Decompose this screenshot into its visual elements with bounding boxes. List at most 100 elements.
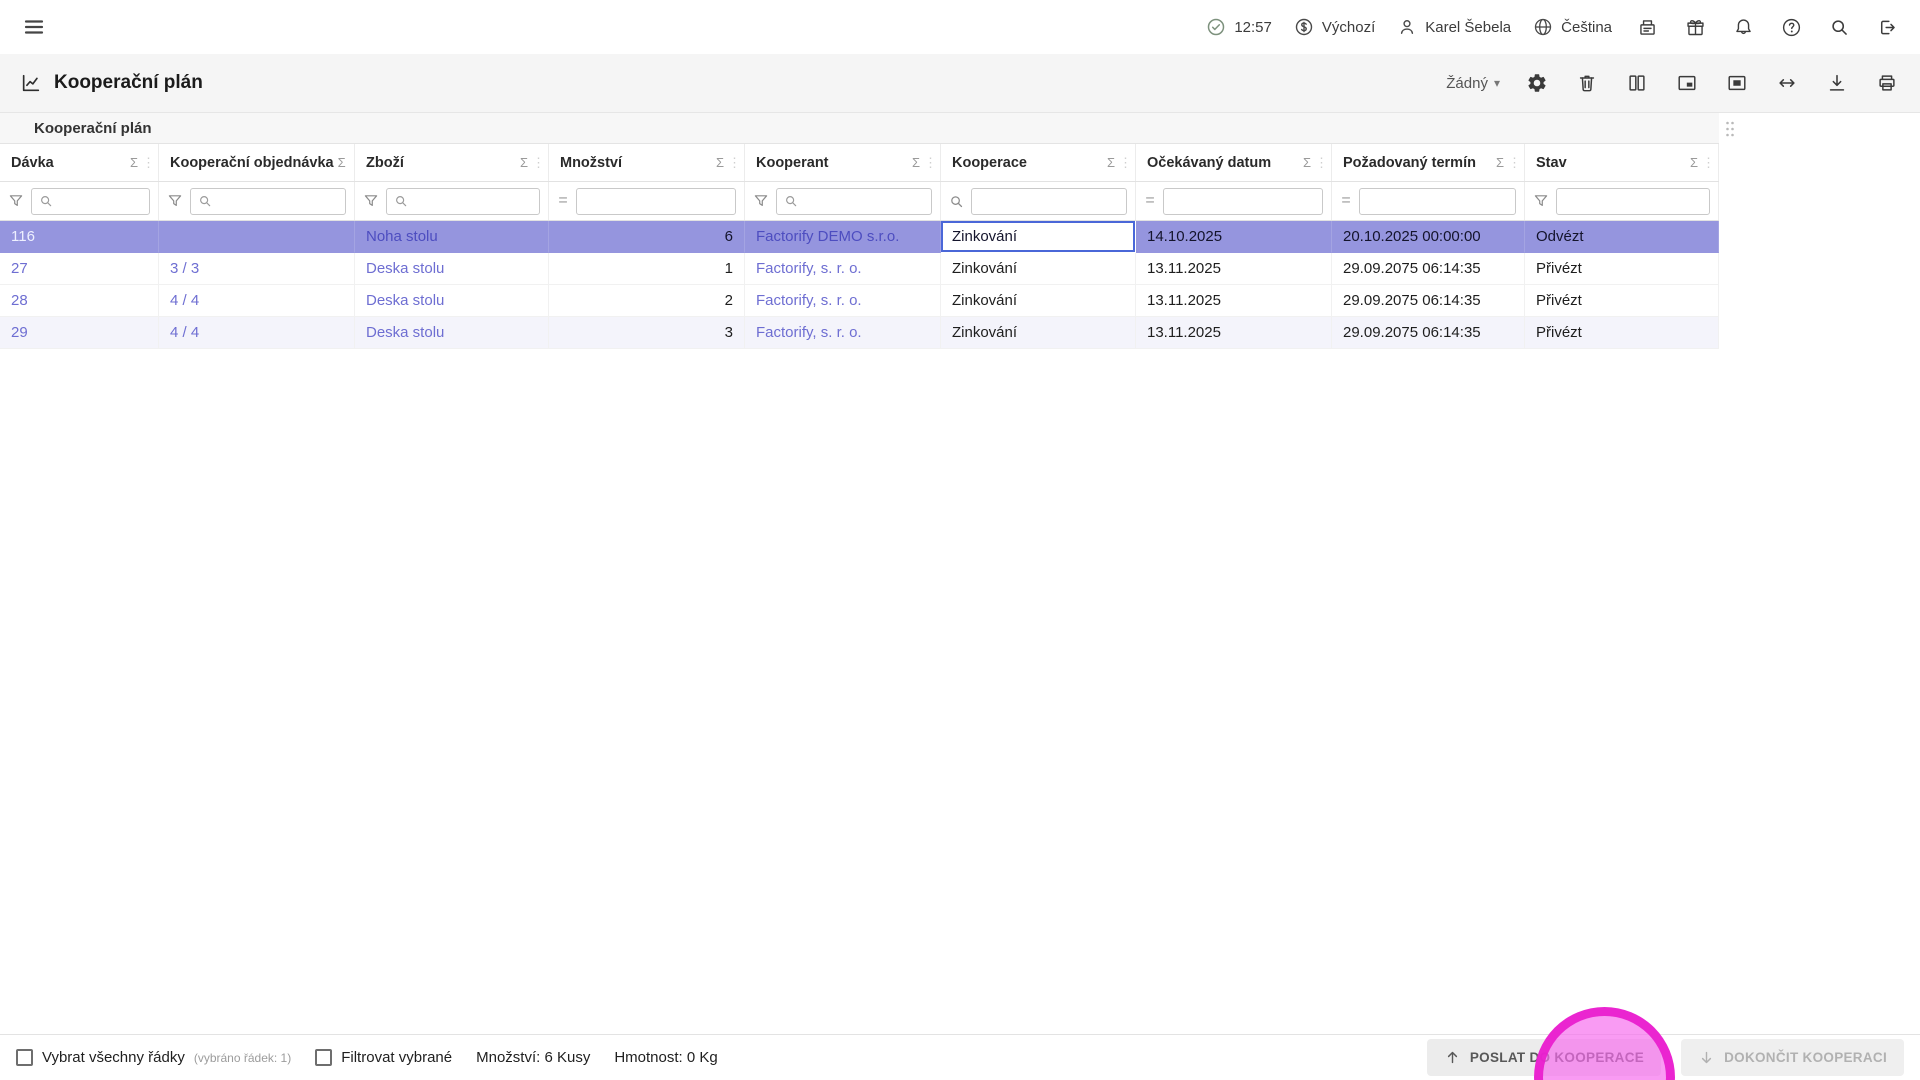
cell-kooperace[interactable]: Zinkování	[941, 253, 1136, 285]
cell-pozadovany-termin[interactable]: 20.10.2025 00:00:00	[1332, 221, 1525, 253]
view-preset-dropdown[interactable]: Žádný ▾	[1446, 75, 1500, 92]
hamburger-menu-button[interactable]	[20, 13, 48, 41]
filter-input-pozadovany-termin[interactable]	[1367, 193, 1508, 209]
search-button[interactable]	[1826, 14, 1852, 40]
print-terminal-button[interactable]	[1634, 14, 1660, 40]
filter-input-davka[interactable]	[58, 193, 142, 209]
filter-funnel-icon[interactable]	[1533, 193, 1549, 209]
filter-input-mnozstvi[interactable]	[584, 193, 728, 209]
picture-in-picture-button[interactable]	[1674, 70, 1700, 96]
aggregate-sigma-icon[interactable]: Σ	[338, 155, 346, 170]
expand-columns-button[interactable]	[1774, 70, 1800, 96]
filter-selected-checkbox[interactable]	[315, 1049, 333, 1066]
delete-button[interactable]	[1574, 70, 1600, 96]
cell-zbozi[interactable]: Deska stolu	[355, 253, 549, 285]
search-icon[interactable]	[949, 194, 964, 209]
filter-funnel-icon[interactable]	[167, 193, 183, 209]
whats-new-button[interactable]	[1682, 14, 1708, 40]
filter-input-stav[interactable]	[1564, 193, 1702, 209]
aggregate-sigma-icon[interactable]: Σ	[912, 155, 920, 170]
send-to-cooperation-button[interactable]: POSLAT DO KOOPERACE	[1426, 1039, 1662, 1076]
filter-input-kooperace[interactable]	[979, 193, 1119, 209]
column-header-ocekavany-datum[interactable]: Očekávaný datum Σ ⋮	[1136, 144, 1332, 181]
aggregate-sigma-icon[interactable]: Σ	[1107, 155, 1115, 170]
equals-operator-icon[interactable]: =	[1144, 192, 1156, 210]
cell-kooperant[interactable]: Factorify DEMO s.r.o.	[745, 221, 941, 253]
select-all-rows[interactable]: Vybrat všechny řádky (vybráno řádek: 1)	[16, 1049, 291, 1066]
column-header-pozadovany-termin[interactable]: Požadovaný termín Σ ⋮	[1332, 144, 1525, 181]
cell-mnozstvi[interactable]: 2	[549, 285, 745, 317]
cell-kooperace[interactable]: Zinkování	[941, 317, 1136, 349]
cell-ocekavany-datum[interactable]: 14.10.2025	[1136, 221, 1332, 253]
column-header-kooperacni-objednavka[interactable]: Kooperační objednávkaΣ⋮	[159, 144, 355, 181]
cell-stav[interactable]: Přivézt	[1525, 253, 1719, 285]
column-handle-icon[interactable]: ⋮	[728, 155, 741, 171]
select-all-checkbox[interactable]	[16, 1049, 33, 1066]
column-handle-icon[interactable]: ⋮	[532, 155, 545, 171]
aggregate-sigma-icon[interactable]: Σ	[1496, 155, 1504, 170]
column-header-kooperant[interactable]: Kooperant Σ ⋮	[745, 144, 941, 181]
cell-stav[interactable]: Přivézt	[1525, 317, 1719, 349]
aggregate-sigma-icon[interactable]: Σ	[130, 155, 138, 170]
table-row[interactable]: 116 Noha stolu 6 Factorify DEMO s.r.o. Z…	[0, 221, 1719, 253]
column-header-mnozstvi[interactable]: Množství Σ ⋮	[549, 144, 745, 181]
cell-kooperant[interactable]: Factorify, s. r. o.	[745, 317, 941, 349]
column-header-zbozi[interactable]: Zboží Σ ⋮	[355, 144, 549, 181]
cell-pozadovany-termin[interactable]: 29.09.2075 06:14:35	[1332, 285, 1525, 317]
column-handle-icon[interactable]: ⋮	[1702, 155, 1715, 171]
filter-funnel-icon[interactable]	[8, 193, 24, 209]
fit-view-button[interactable]	[1724, 70, 1750, 96]
cell-mnozstvi[interactable]: 1	[549, 253, 745, 285]
column-handle-icon[interactable]: ⋮	[1315, 155, 1328, 171]
cell-zbozi[interactable]: Deska stolu	[355, 317, 549, 349]
equals-operator-icon[interactable]: =	[1340, 192, 1352, 210]
cell-pozadovany-termin[interactable]: 29.09.2075 06:14:35	[1332, 317, 1525, 349]
cell-kooperacni-objednavka[interactable]: 3 / 3	[159, 253, 355, 285]
column-header-stav[interactable]: Stav Σ ⋮	[1525, 144, 1719, 181]
user-menu[interactable]: Karel Šebela	[1397, 17, 1511, 37]
column-handle-icon[interactable]: ⋮	[924, 155, 937, 171]
filter-funnel-icon[interactable]	[753, 193, 769, 209]
table-drag-handle-icon[interactable]	[1724, 120, 1736, 138]
cell-davka[interactable]: 27	[0, 253, 159, 285]
cell-kooperace-focused[interactable]: Zinkování	[941, 221, 1136, 253]
table-row[interactable]: 29 4 / 4 Deska stolu 3 Factorify, s. r. …	[0, 317, 1719, 349]
table-row[interactable]: 27 3 / 3 Deska stolu 1 Factorify, s. r. …	[0, 253, 1719, 285]
cell-ocekavany-datum[interactable]: 13.11.2025	[1136, 253, 1332, 285]
cell-kooperacni-objednavka[interactable]	[159, 221, 355, 253]
cell-zbozi[interactable]: Noha stolu	[355, 221, 549, 253]
language-selector[interactable]: Čeština	[1533, 17, 1612, 37]
cell-mnozstvi[interactable]: 6	[549, 221, 745, 253]
columns-button[interactable]	[1624, 70, 1650, 96]
cell-kooperant[interactable]: Factorify, s. r. o.	[745, 285, 941, 317]
logout-button[interactable]	[1874, 14, 1900, 40]
aggregate-sigma-icon[interactable]: Σ	[520, 155, 528, 170]
cell-stav[interactable]: Odvézt	[1525, 221, 1719, 253]
cell-kooperacni-objednavka[interactable]: 4 / 4	[159, 317, 355, 349]
column-header-davka[interactable]: Dávka Σ ⋮	[0, 144, 159, 181]
cell-pozadovany-termin[interactable]: 29.09.2075 06:14:35	[1332, 253, 1525, 285]
aggregate-sigma-icon[interactable]: Σ	[716, 155, 724, 170]
cell-davka[interactable]: 116	[0, 221, 159, 253]
cell-ocekavany-datum[interactable]: 13.11.2025	[1136, 317, 1332, 349]
cell-mnozstvi[interactable]: 3	[549, 317, 745, 349]
cell-davka[interactable]: 28	[0, 285, 159, 317]
cell-kooperant[interactable]: Factorify, s. r. o.	[745, 253, 941, 285]
print-button[interactable]	[1874, 70, 1900, 96]
column-handle-icon[interactable]: ⋮	[1508, 155, 1521, 171]
filter-input-ocekavany-datum[interactable]	[1171, 193, 1315, 209]
table-row[interactable]: 28 4 / 4 Deska stolu 2 Factorify, s. r. …	[0, 285, 1719, 317]
help-button[interactable]	[1778, 14, 1804, 40]
aggregate-sigma-icon[interactable]: Σ	[1690, 155, 1698, 170]
settings-button[interactable]	[1524, 70, 1550, 96]
aggregate-sigma-icon[interactable]: Σ	[1303, 155, 1311, 170]
filter-input-kooperant[interactable]	[803, 193, 924, 209]
cell-stav[interactable]: Přivézt	[1525, 285, 1719, 317]
cell-kooperace[interactable]: Zinkování	[941, 285, 1136, 317]
download-button[interactable]	[1824, 70, 1850, 96]
column-header-kooperace[interactable]: Kooperace Σ ⋮	[941, 144, 1136, 181]
finish-cooperation-button[interactable]: DOKONČIT KOOPERACI	[1681, 1039, 1904, 1076]
cell-davka[interactable]: 29	[0, 317, 159, 349]
filter-input-kooperacni-objednavka[interactable]	[217, 193, 338, 209]
cell-zbozi[interactable]: Deska stolu	[355, 285, 549, 317]
